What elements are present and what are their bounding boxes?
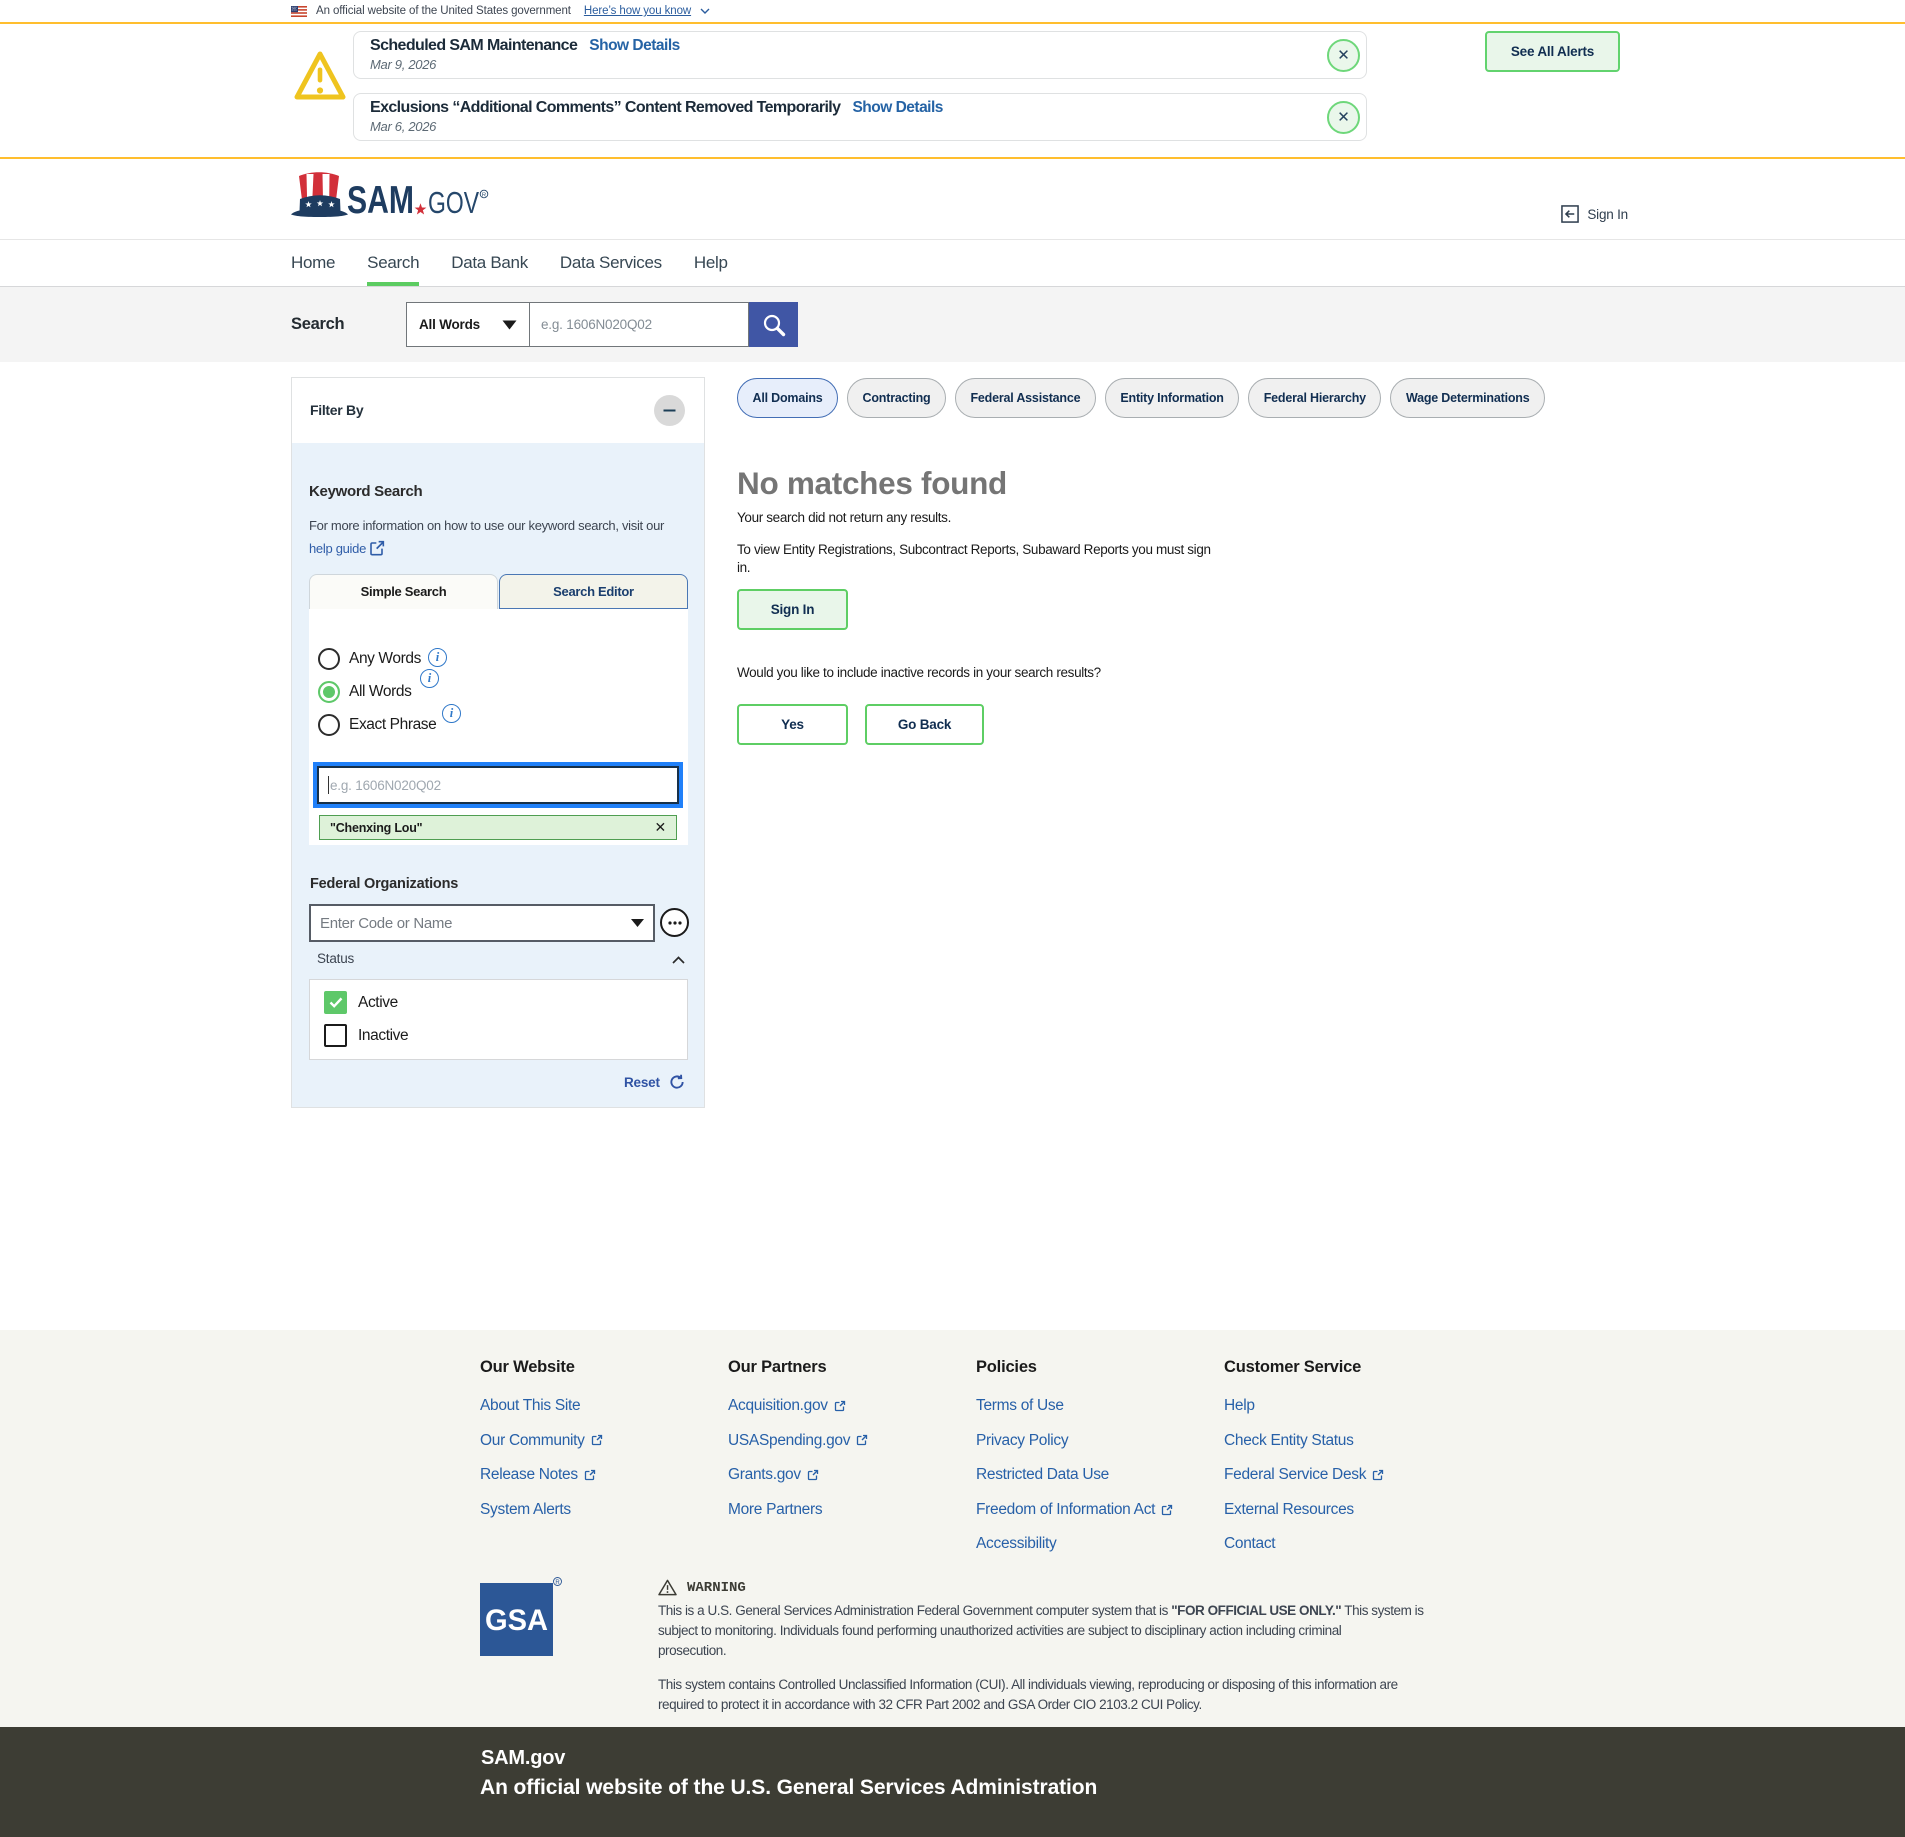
svg-text:GSA: GSA	[485, 1604, 548, 1637]
svg-text:R: R	[555, 1580, 560, 1586]
svg-text:R: R	[482, 192, 486, 198]
svg-text:SAM: SAM	[347, 179, 414, 218]
svg-text:GOV: GOV	[428, 185, 479, 218]
